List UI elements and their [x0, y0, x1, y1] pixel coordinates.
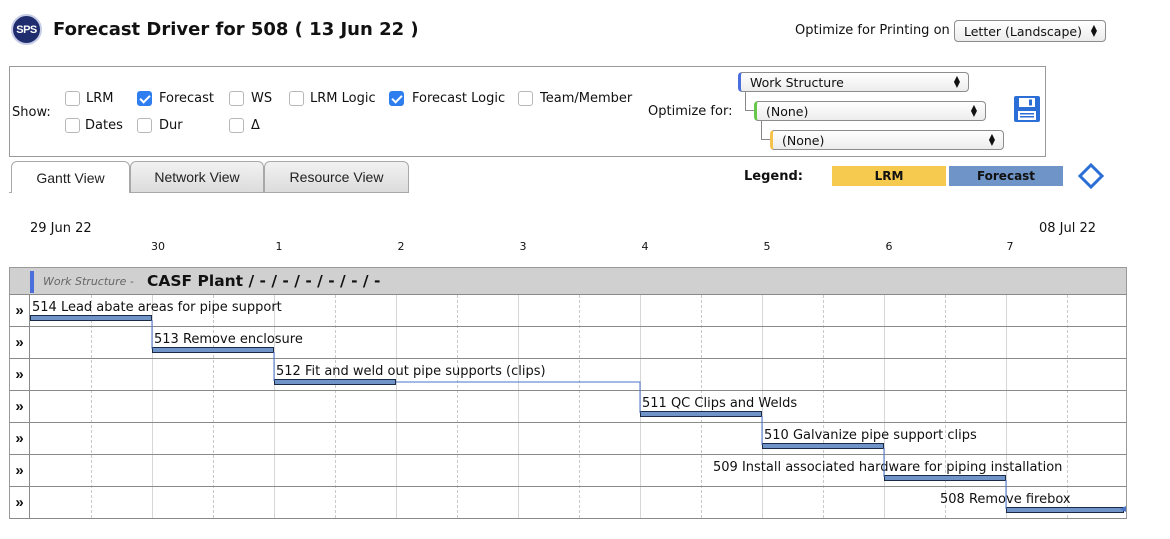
- lrm-checkbox-label: LRM: [86, 91, 114, 106]
- table-row: » 509 Install associated hardware for pi…: [10, 455, 1126, 487]
- timeline-start-date: 29 Jun 22: [30, 221, 92, 236]
- table-row: » 512 Fit and weld out pipe supports (cl…: [10, 359, 1126, 391]
- task-label: 510 Galvanize pipe support clips: [764, 428, 977, 443]
- print-format-value: Letter (Landscape): [964, 23, 1082, 39]
- work-structure-value: Work Structure: [750, 74, 844, 90]
- forecast-task-bar[interactable]: [762, 443, 884, 449]
- show-label: Show:: [12, 105, 51, 120]
- task-label: 509 Install associated hardware for pipi…: [713, 460, 1063, 475]
- task-label: 514 Lead abate areas for pipe support: [32, 300, 282, 315]
- dur-checkbox-label: Dur: [159, 118, 183, 133]
- page-title: Forecast Driver for 508 ( 13 Jun 22 ): [53, 19, 419, 40]
- tree-connector: [761, 121, 770, 140]
- table-row: » 508 Remove firebox: [10, 487, 1126, 519]
- legend-label: Legend:: [744, 169, 803, 184]
- tertiary-group-select[interactable]: (None) ▲ ▼: [770, 130, 1004, 150]
- table-row: » 513 Remove enclosure: [10, 327, 1126, 359]
- table-row: » 511 QC Clips and Welds: [10, 391, 1126, 423]
- tree-connector: [745, 92, 754, 111]
- timeline-end-date: 08 Jul 22: [1039, 221, 1097, 236]
- tab-gantt-view[interactable]: Gantt View: [11, 161, 130, 193]
- expand-row-button[interactable]: »: [10, 359, 30, 390]
- expand-row-button[interactable]: »: [10, 455, 30, 486]
- expand-row-button[interactable]: »: [10, 487, 30, 518]
- expand-row-button[interactable]: »: [10, 327, 30, 358]
- delta-checkbox[interactable]: [229, 118, 244, 133]
- floppy-disk-icon[interactable]: [1013, 95, 1041, 123]
- forecast-logic-checkbox-label: Forecast Logic: [412, 91, 506, 106]
- task-label: 513 Remove enclosure: [154, 332, 303, 347]
- ws-checkbox-label: WS: [251, 91, 273, 106]
- tertiary-group-value: (None): [782, 132, 825, 148]
- optimize-for-label: Optimize for:: [648, 104, 733, 119]
- forecast-task-bar[interactable]: [152, 347, 274, 353]
- secondary-group-select[interactable]: (None) ▲ ▼: [754, 101, 986, 121]
- day-label: 6: [885, 240, 893, 253]
- tab-network-view[interactable]: Network View: [130, 161, 264, 192]
- sps-logo: SPS: [11, 14, 42, 45]
- group-color-bar: [30, 271, 34, 293]
- day-label: 4: [641, 240, 649, 253]
- select-arrows-icon: ▲ ▼: [970, 103, 977, 118]
- group-header-row: Work Structure - CASF Plant / - / - / - …: [10, 268, 1126, 295]
- select-arrows-icon: ▲ ▼: [988, 132, 995, 147]
- delta-checkbox-label: Δ: [251, 118, 260, 133]
- ws-checkbox[interactable]: [229, 91, 244, 106]
- team-member-checkbox-label: Team/Member: [540, 91, 633, 106]
- expand-row-button[interactable]: »: [10, 423, 30, 454]
- milestone-diamond-icon[interactable]: [1078, 163, 1104, 189]
- group-name: CASF Plant / - / - / - / - / - / -: [147, 272, 381, 290]
- team-member-checkbox[interactable]: [518, 91, 533, 106]
- dates-checkbox[interactable]: [65, 118, 80, 133]
- print-format-select[interactable]: Letter (Landscape) ▲ ▼: [954, 20, 1106, 42]
- dates-checkbox-label: Dates: [85, 118, 123, 133]
- forecast-task-bar[interactable]: [884, 475, 1006, 481]
- expand-row-button[interactable]: »: [10, 391, 30, 422]
- table-row: » 510 Galvanize pipe support clips: [10, 423, 1126, 455]
- lrm-logic-checkbox-label: LRM Logic: [310, 91, 376, 106]
- forecast-checkbox-label: Forecast: [159, 91, 215, 106]
- day-label: 2: [397, 240, 405, 253]
- day-label: 5: [763, 240, 771, 253]
- gantt-chart: Work Structure - CASF Plant / - / - / - …: [9, 267, 1127, 519]
- forecast-task-bar[interactable]: [30, 315, 152, 321]
- day-label: 3: [519, 240, 527, 253]
- forecast-task-bar[interactable]: [1006, 507, 1124, 513]
- day-label: 30: [151, 240, 165, 253]
- expand-row-button[interactable]: »: [10, 295, 30, 326]
- day-label: 7: [1006, 240, 1014, 253]
- forecast-checkbox[interactable]: [137, 91, 152, 106]
- secondary-group-value: (None): [766, 103, 809, 119]
- task-label: 508 Remove firebox: [940, 492, 1071, 507]
- work-structure-select[interactable]: Work Structure ▲ ▼: [738, 72, 969, 92]
- lrm-logic-checkbox[interactable]: [289, 91, 304, 106]
- lrm-checkbox[interactable]: [65, 91, 80, 106]
- legend-forecast-swatch: Forecast: [949, 166, 1063, 186]
- select-arrows-icon: ▲ ▼: [953, 74, 960, 89]
- forecast-task-bar[interactable]: [274, 379, 396, 385]
- forecast-logic-checkbox[interactable]: [389, 91, 404, 106]
- forecast-task-bar[interactable]: [640, 411, 762, 417]
- day-label: 1: [275, 240, 283, 253]
- task-label: 512 Fit and weld out pipe supports (clip…: [276, 364, 546, 379]
- legend-lrm-swatch: LRM: [832, 166, 946, 186]
- task-label: 511 QC Clips and Welds: [642, 396, 798, 411]
- table-row: » 514 Lead abate areas for pipe support: [10, 295, 1126, 327]
- dur-checkbox[interactable]: [137, 118, 152, 133]
- tab-resource-view[interactable]: Resource View: [264, 161, 409, 192]
- select-arrows-icon: ▲ ▼: [1090, 23, 1097, 38]
- group-prefix: Work Structure -: [43, 275, 134, 288]
- print-optimize-label: Optimize for Printing on: [795, 23, 950, 38]
